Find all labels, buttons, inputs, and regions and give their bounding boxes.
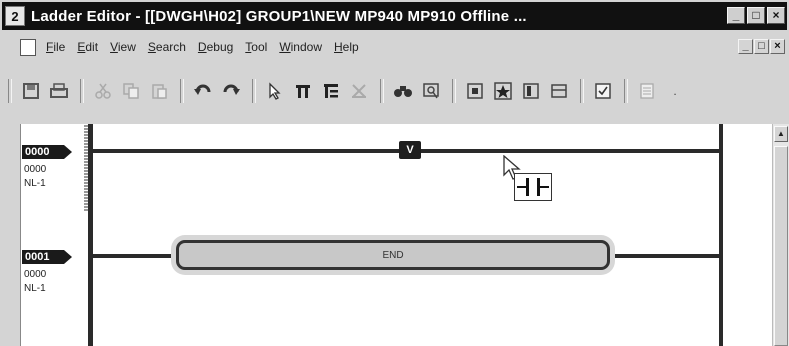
ladder-canvas[interactable] xyxy=(20,124,773,346)
toolbar-separator xyxy=(80,79,84,103)
menu-edit[interactable]: Edit xyxy=(77,40,98,54)
document-icon[interactable] xyxy=(20,38,36,56)
register-icon[interactable] xyxy=(518,78,544,104)
paste-icon[interactable] xyxy=(146,78,172,104)
scroll-up-icon[interactable]: ▲ xyxy=(774,126,788,142)
toolbar-separator xyxy=(580,79,584,103)
doc-minimize-button[interactable]: _ xyxy=(738,39,753,54)
minimize-button[interactable]: _ xyxy=(727,7,745,24)
doc-restore-button[interactable]: □ xyxy=(754,39,769,54)
toolbar-separator xyxy=(624,79,628,103)
menu-window[interactable]: Window xyxy=(279,40,322,54)
end-instruction-label: END xyxy=(382,249,404,261)
insert-position-marker[interactable]: V xyxy=(399,141,421,159)
app-icon[interactable]: 2 xyxy=(5,6,25,26)
toolbar-separator xyxy=(180,79,184,103)
redo-icon[interactable] xyxy=(218,78,244,104)
notes-icon[interactable] xyxy=(634,78,660,104)
rung-0001-line-left xyxy=(93,254,183,258)
coil-tool-icon[interactable] xyxy=(318,78,344,104)
toolbar-separator xyxy=(452,79,456,103)
rail-hatch xyxy=(84,125,90,211)
star-icon[interactable] xyxy=(490,78,516,104)
scroll-thumb[interactable] xyxy=(774,146,788,346)
menu-bar: File Edit View Search Debug Tool Window … xyxy=(2,34,787,60)
right-power-rail xyxy=(719,124,723,346)
copy-icon[interactable] xyxy=(118,78,144,104)
window-title: Ladder Editor - [[DWGH\H02] GROUP1\NEW M… xyxy=(31,7,527,25)
rung-0001-line-right xyxy=(605,254,719,258)
menu-search[interactable]: Search xyxy=(148,40,186,54)
end-instruction[interactable]: END xyxy=(176,240,610,270)
rung-label: NL-1 xyxy=(24,283,46,294)
caption-buttons: _ □ × xyxy=(727,7,785,24)
rung-step: 0000 xyxy=(24,164,47,175)
vertical-scrollbar[interactable]: ▲ xyxy=(772,124,789,346)
menu-help[interactable]: Help xyxy=(334,40,359,54)
rung-number[interactable]: 0000 xyxy=(22,145,72,159)
normally-open-contact-icon[interactable] xyxy=(514,173,552,201)
print-icon[interactable] xyxy=(46,78,72,104)
contact-tool-icon[interactable] xyxy=(290,78,316,104)
zoom-icon[interactable] xyxy=(418,78,444,104)
rung-step: 0000 xyxy=(24,269,47,280)
record-icon[interactable] xyxy=(462,78,488,104)
toolbar-separator xyxy=(8,79,12,103)
toolbar-separator xyxy=(380,79,384,103)
menu-file[interactable]: File xyxy=(46,40,65,54)
document-caption-buttons: _ □ × xyxy=(738,39,785,54)
table-icon[interactable] xyxy=(546,78,572,104)
maximize-button[interactable]: □ xyxy=(747,7,765,24)
menu-debug[interactable]: Debug xyxy=(198,40,233,54)
pointer-icon[interactable] xyxy=(262,78,288,104)
rung-label: NL-1 xyxy=(24,178,46,189)
rung-number[interactable]: 0001 xyxy=(22,250,72,264)
toolbar: . xyxy=(2,64,787,118)
toolbar-separator xyxy=(252,79,256,103)
find-icon[interactable] xyxy=(390,78,416,104)
ladder-editor-window: 2 Ladder Editor - [[DWGH\H02] GROUP1\NEW… xyxy=(0,0,789,346)
save-icon[interactable] xyxy=(18,78,44,104)
close-button[interactable]: × xyxy=(767,7,785,24)
menu-view[interactable]: View xyxy=(110,40,136,54)
delete-tool-icon[interactable] xyxy=(346,78,372,104)
toolbar-overflow-icon[interactable]: . xyxy=(662,78,688,104)
check-icon[interactable] xyxy=(590,78,616,104)
menu-tool[interactable]: Tool xyxy=(245,40,267,54)
cut-icon[interactable] xyxy=(90,78,116,104)
title-bar: 2 Ladder Editor - [[DWGH\H02] GROUP1\NEW… xyxy=(2,2,787,30)
doc-close-button[interactable]: × xyxy=(770,39,785,54)
undo-icon[interactable] xyxy=(190,78,216,104)
